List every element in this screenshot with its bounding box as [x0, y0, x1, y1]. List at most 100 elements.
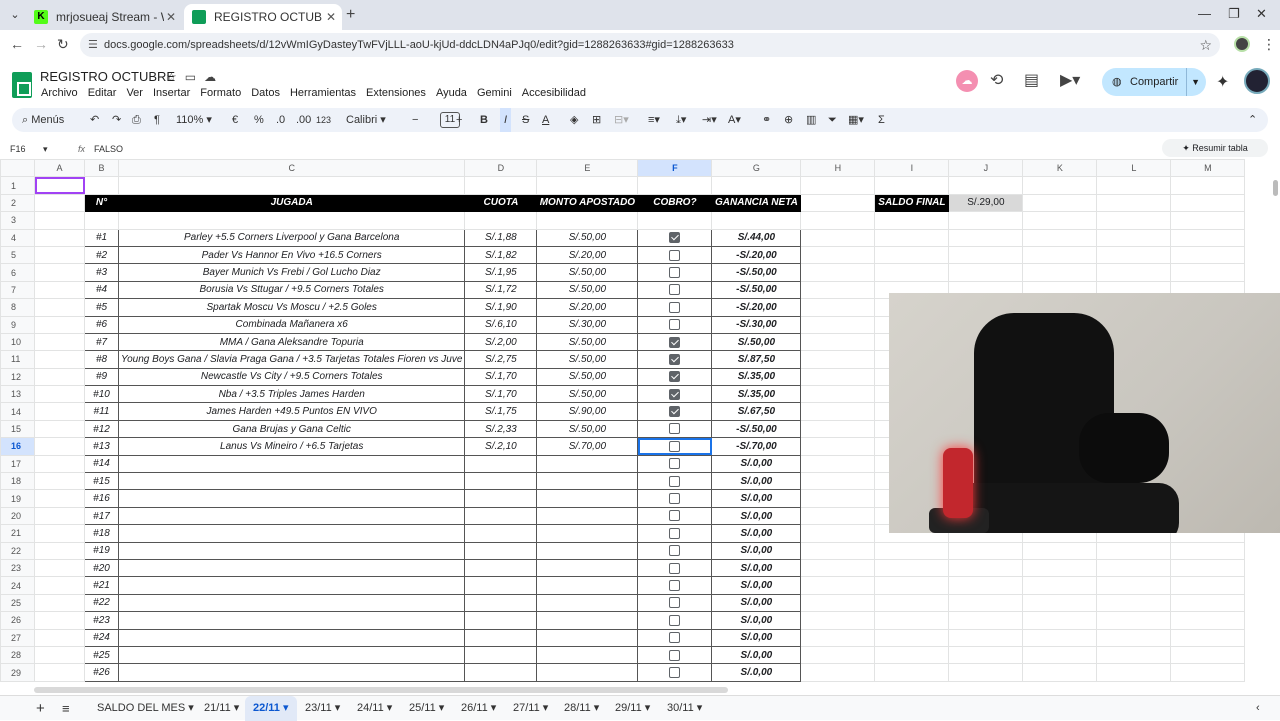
- cell[interactable]: [34, 663, 85, 682]
- sheet-tab[interactable]: 30/11 ▾: [667, 696, 702, 721]
- bet-number[interactable]: #25: [84, 645, 119, 665]
- bet-won-cell[interactable]: [637, 263, 713, 282]
- cell[interactable]: [800, 489, 876, 508]
- new-tab-icon[interactable]: +: [346, 6, 355, 24]
- cell[interactable]: [34, 193, 85, 213]
- cell[interactable]: [1022, 211, 1098, 230]
- bet-number[interactable]: #4: [84, 280, 119, 300]
- bet-play[interactable]: [117, 645, 466, 665]
- bet-won-cell[interactable]: [637, 628, 713, 647]
- cell[interactable]: [1170, 645, 1246, 665]
- row-header[interactable]: 22: [0, 541, 35, 560]
- browser-tab-stream[interactable]: K mrjosueaj Stream - Watch Live ✕: [26, 4, 182, 30]
- bet-net[interactable]: S/.35,00: [711, 367, 802, 387]
- cell[interactable]: [34, 611, 85, 630]
- cell[interactable]: [34, 280, 85, 300]
- bet-odds[interactable]: [464, 541, 538, 560]
- row-header[interactable]: 16: [0, 437, 35, 456]
- checkbox[interactable]: [669, 353, 681, 365]
- cell[interactable]: [874, 263, 950, 282]
- row-header[interactable]: 7: [0, 280, 35, 300]
- column-header[interactable]: F: [637, 159, 713, 178]
- menu-extensiones[interactable]: Extensiones: [366, 87, 426, 99]
- bet-odds[interactable]: [464, 663, 538, 682]
- horizontal-scrollbar[interactable]: [34, 687, 728, 693]
- cell[interactable]: [948, 576, 1024, 595]
- text-color-icon[interactable]: A: [542, 108, 549, 132]
- cell[interactable]: [1170, 593, 1246, 613]
- bet-net[interactable]: -S/.30,00: [711, 315, 802, 334]
- currency-format[interactable]: €: [232, 108, 238, 132]
- column-header[interactable]: H: [800, 159, 876, 178]
- bet-net[interactable]: S/.87,50: [711, 350, 802, 369]
- bet-stake[interactable]: [536, 628, 639, 647]
- cell[interactable]: [800, 628, 876, 647]
- cell[interactable]: [1170, 628, 1246, 647]
- bet-net[interactable]: S/.0,00: [711, 472, 802, 491]
- sheet-tab[interactable]: 23/11 ▾: [305, 696, 340, 721]
- bet-net[interactable]: S/.50,00: [711, 332, 802, 352]
- cell[interactable]: [1096, 211, 1172, 230]
- undo-icon[interactable]: ↶: [90, 108, 99, 132]
- cell[interactable]: [874, 593, 950, 613]
- cell[interactable]: [34, 367, 85, 387]
- sheet-tab[interactable]: 21/11 ▾: [204, 696, 239, 721]
- row-header[interactable]: 5: [0, 245, 35, 265]
- bet-net[interactable]: -S/.20,00: [711, 245, 802, 265]
- header-won[interactable]: COBRO?: [637, 193, 713, 213]
- print-icon[interactable]: ⎙: [132, 108, 141, 132]
- sheet-tab[interactable]: 25/11 ▾: [409, 696, 444, 721]
- cell[interactable]: [34, 332, 85, 352]
- bet-net[interactable]: -S/.50,00: [711, 263, 802, 282]
- meet-icon[interactable]: ▶▾: [1060, 70, 1080, 90]
- bet-net[interactable]: S/.0,00: [711, 628, 802, 647]
- column-header[interactable]: B: [84, 159, 119, 178]
- fill-color-icon[interactable]: ◈: [570, 108, 578, 132]
- cell[interactable]: [34, 402, 85, 421]
- bet-number[interactable]: #5: [84, 298, 119, 317]
- row-header[interactable]: 15: [0, 419, 35, 439]
- bet-net[interactable]: -S/.50,00: [711, 419, 802, 439]
- menu-datos[interactable]: Datos: [251, 87, 280, 99]
- cell[interactable]: [800, 176, 876, 195]
- cell[interactable]: [34, 524, 85, 543]
- bold-icon[interactable]: B: [480, 108, 488, 132]
- bet-number[interactable]: #1: [84, 228, 119, 247]
- checkbox[interactable]: [669, 597, 681, 609]
- cell[interactable]: [800, 506, 876, 526]
- cell[interactable]: [800, 593, 876, 613]
- tab-search-icon[interactable]: ⌄: [6, 6, 24, 24]
- row-header[interactable]: 25: [0, 593, 35, 613]
- cell[interactable]: [1096, 228, 1172, 247]
- column-header[interactable]: A: [34, 159, 85, 178]
- bet-play[interactable]: MMA / Gana Aleksandre Topuria: [117, 332, 466, 352]
- summarize-table-button[interactable]: ✦ Resumir tabla: [1162, 139, 1268, 157]
- bet-stake[interactable]: S/.20,00: [536, 298, 639, 317]
- text-rotation-icon[interactable]: A▾: [728, 108, 741, 132]
- bet-odds[interactable]: [464, 454, 538, 474]
- bet-number[interactable]: #2: [84, 245, 119, 265]
- checkbox[interactable]: [669, 319, 681, 331]
- bet-play[interactable]: Bayer Munich Vs Frebi / Gol Lucho Diaz: [117, 263, 466, 282]
- browser-tab-sheets[interactable]: REGISTRO OCTUBRE - Hojas de cálculo ✕: [184, 4, 342, 30]
- saldo-final-value[interactable]: S/.29,00: [948, 193, 1024, 213]
- bet-odds[interactable]: S/.1,90: [464, 298, 538, 317]
- bet-stake[interactable]: S/.70,00: [536, 437, 639, 456]
- cell[interactable]: [34, 263, 85, 282]
- bet-odds[interactable]: S/.1,72: [464, 280, 538, 300]
- bet-odds[interactable]: [464, 628, 538, 647]
- bet-net[interactable]: -S/.70,00: [711, 437, 802, 456]
- cell[interactable]: [34, 472, 85, 491]
- row-header[interactable]: 27: [0, 628, 35, 647]
- paint-format-icon[interactable]: ¶: [154, 108, 160, 132]
- bet-play[interactable]: [117, 506, 466, 526]
- cell[interactable]: [874, 611, 950, 630]
- checkbox[interactable]: [669, 232, 681, 244]
- cell[interactable]: [34, 576, 85, 595]
- bet-play[interactable]: Lanus Vs Mineiro / +6.5 Tarjetas: [117, 437, 466, 456]
- close-tab-icon[interactable]: ✕: [326, 4, 336, 30]
- cell[interactable]: [800, 298, 876, 317]
- cell[interactable]: [1096, 245, 1172, 265]
- cell[interactable]: [1022, 541, 1098, 560]
- bet-net[interactable]: S/.67,50: [711, 402, 802, 421]
